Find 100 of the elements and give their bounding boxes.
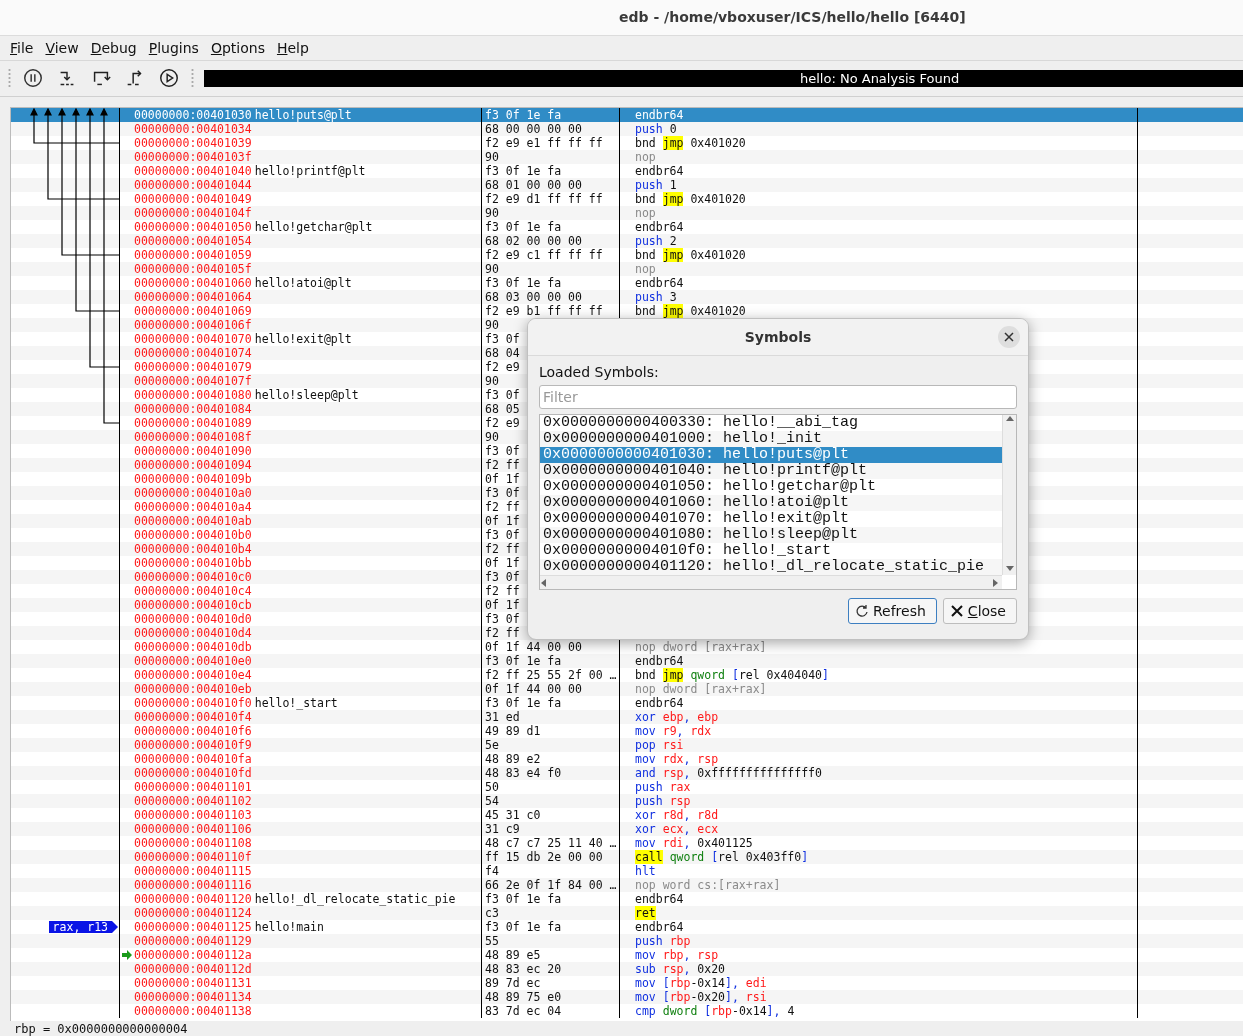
symbol-label: hello!atoi@plt <box>254 275 352 290</box>
instruction-text: push 1 <box>620 177 1138 192</box>
address-text: 00000000:00401138 <box>134 1003 252 1018</box>
address-text: 00000000:00401074 <box>134 345 252 360</box>
instruction-text: nop word cs:[rax+rax] <box>620 877 1138 892</box>
bytes-text: 90 <box>482 261 620 276</box>
instruction-text: pop rsi <box>620 737 1138 752</box>
bytes-text: 48 89 75 e0 <box>482 989 620 1004</box>
address-text: 00000000:004010ab <box>134 513 252 528</box>
dialog-title: Symbols <box>744 329 812 345</box>
symbol-label: hello!_start <box>254 695 338 710</box>
address-text: 00000000:0040107f <box>134 373 252 388</box>
instruction-text: push 3 <box>620 289 1138 304</box>
bytes-text: 48 89 e5 <box>482 947 620 962</box>
bytes-text: f2 e9 d1 ff ff ff <box>482 191 620 206</box>
instruction-text: xor ecx, ecx <box>620 821 1138 836</box>
bytes-text: 68 02 00 00 00 <box>482 233 620 248</box>
address-text: 00000000:00401116 <box>134 877 252 892</box>
bytes-text: 90 <box>482 205 620 220</box>
instruction-text: endbr64 <box>620 653 1138 668</box>
address-text: 00000000:00401103 <box>134 807 252 822</box>
address-text: 00000000:00401044 <box>134 177 252 192</box>
instruction-text: endbr64 <box>620 275 1138 290</box>
instruction-text: bnd jmp 0x401020 <box>620 135 1138 150</box>
address-text: 00000000:004010eb <box>134 681 252 696</box>
address-text: 00000000:004010b0 <box>134 527 252 542</box>
address-text: 00000000:00401131 <box>134 975 252 990</box>
bytes-text: c3 <box>482 905 620 920</box>
bytes-text: f2 e9 c1 ff ff ff <box>482 247 620 262</box>
address-text: 00000000:004010f6 <box>134 723 252 738</box>
bytes-text: f3 0f 1e fa <box>482 163 620 178</box>
symbol-label: hello!sleep@plt <box>254 387 359 402</box>
instruction-text: endbr64 <box>620 919 1138 934</box>
instruction-text: mov rdi, 0x401125 <box>620 835 1138 850</box>
symbol-label: hello!main <box>254 919 324 934</box>
address-text: 00000000:004010bb <box>134 555 252 570</box>
address-text: 00000000:00401034 <box>134 121 252 136</box>
bytes-text: f3 0f 1e fa <box>482 695 620 710</box>
instruction-text: endbr64 <box>620 163 1138 178</box>
register-text: rbp = 0x0000000000000004 <box>14 1022 188 1036</box>
bytes-text: 68 00 00 00 00 <box>482 121 620 136</box>
address-text: 00000000:0040104f <box>134 205 252 220</box>
address-text: 00000000:004010db <box>134 639 252 654</box>
instruction-text: sub rsp, 0x20 <box>620 961 1138 976</box>
instruction-text: push 2 <box>620 233 1138 248</box>
bytes-text: 48 c7 c7 25 11 40 … <box>482 835 620 850</box>
address-text: 00000000:0040112d <box>134 961 252 976</box>
bytes-text: 89 7d ec <box>482 975 620 990</box>
address-text: 00000000:004010a0 <box>134 485 252 500</box>
instruction-text: bnd jmp 0x401020 <box>620 247 1138 262</box>
address-text: 00000000:004010a4 <box>134 499 252 514</box>
address-text: 00000000:00401049 <box>134 191 252 206</box>
address-text: 00000000:0040105f <box>134 261 252 276</box>
address-text: 00000000:00401125 <box>134 919 252 934</box>
bytes-text: f3 0f 1e fa <box>482 107 620 122</box>
address-text: 00000000:00401039 <box>134 135 252 150</box>
instruction-text: mov rbp, rsp <box>620 947 1138 962</box>
symbol-label: hello!exit@plt <box>254 331 352 346</box>
bytes-text: f3 0f 1e fa <box>482 219 620 234</box>
address-text: 00000000:00401084 <box>134 401 252 416</box>
instruction-text: call qword [rel 0x403ff0] <box>620 849 1138 864</box>
address-text: 00000000:004010e0 <box>134 653 252 668</box>
instruction-text: endbr64 <box>620 107 1138 122</box>
bytes-text: 68 03 00 00 00 <box>482 289 620 304</box>
symbol-label: hello!puts@plt <box>254 107 352 122</box>
bytes-text: f3 0f 1e fa <box>482 275 620 290</box>
instruction-text: nop <box>620 205 1138 220</box>
bytes-text: 31 c9 <box>482 821 620 836</box>
bytes-text: 45 31 c0 <box>482 807 620 822</box>
instruction-text: xor ebp, ebp <box>620 709 1138 724</box>
instruction-text: ret <box>620 905 1138 920</box>
address-text: 00000000:00401120 <box>134 891 252 906</box>
address-text: 00000000:00401129 <box>134 933 252 948</box>
symbol-label: hello!printf@plt <box>254 163 366 178</box>
instruction-text: bnd jmp qword [rel 0x404040] <box>620 667 1138 682</box>
bytes-text: 90 <box>482 149 620 164</box>
address-text: 00000000:00401060 <box>134 275 252 290</box>
window-title: edb - /home/vboxuser/ICS/hello/hello [6440] <box>619 9 966 26</box>
address-text: 00000000:004010f9 <box>134 737 252 752</box>
symbol-label: hello!getchar@plt <box>254 219 373 234</box>
address-text: 00000000:0040108f <box>134 429 252 444</box>
bytes-text: 55 <box>482 933 620 948</box>
bytes-text: 50 <box>482 779 620 794</box>
address-text: 00000000:00401070 <box>134 331 252 346</box>
instruction-text: hlt <box>620 863 1138 878</box>
instruction-text: nop <box>620 149 1138 164</box>
address-text: 00000000:004010d4 <box>134 625 252 640</box>
bytes-text: f3 0f 1e fa <box>482 919 620 934</box>
instruction-text: mov [rbp-0x14], edi <box>620 975 1138 990</box>
bytes-text: 48 89 e2 <box>482 751 620 766</box>
bytes-text: f3 0f 1e fa <box>482 891 620 906</box>
address-text: 00000000:004010c4 <box>134 583 252 598</box>
bytes-text: f2 e9 e1 ff ff ff <box>482 135 620 150</box>
instruction-text: nop dword [rax+rax] <box>620 681 1138 696</box>
bytes-text: 68 01 00 00 00 <box>482 177 620 192</box>
instruction-text: nop <box>620 261 1138 276</box>
bytes-text: 49 89 d1 <box>482 723 620 738</box>
bytes-text: f3 0f 1e fa <box>482 653 620 668</box>
address-text: 00000000:004010fa <box>134 751 252 766</box>
address-text: 00000000:00401108 <box>134 835 252 850</box>
